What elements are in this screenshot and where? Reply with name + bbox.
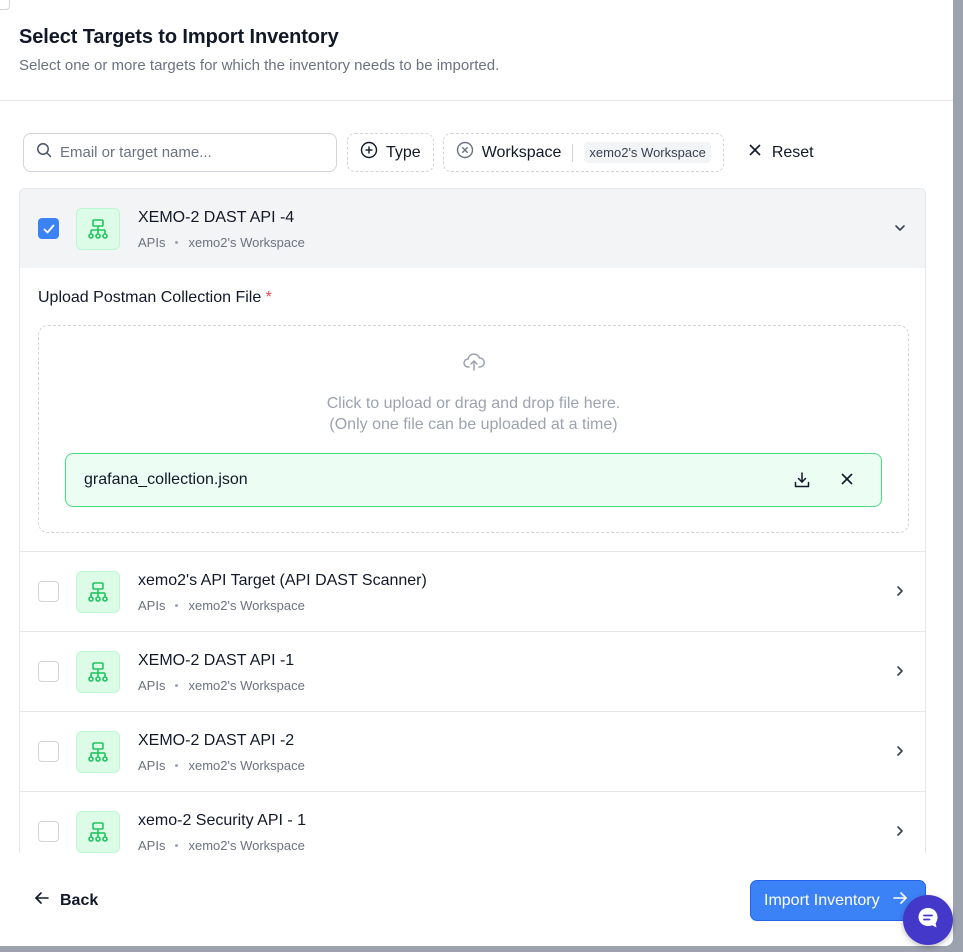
target-workspace: xemo2's Workspace — [188, 678, 305, 693]
back-button[interactable]: Back — [34, 891, 98, 910]
header-divider — [0, 100, 953, 101]
type-filter-label: Type — [386, 143, 421, 161]
dialog-subtitle: Select one or more targets for which the… — [19, 57, 500, 74]
chevron-right-icon[interactable] — [893, 744, 907, 763]
target-checkbox[interactable] — [38, 661, 59, 682]
target-name: XEMO-2 DAST API -4 — [138, 209, 295, 226]
dropzone-hint: Click to upload or drag and drop file he… — [39, 393, 908, 435]
download-icon[interactable] — [793, 471, 811, 494]
workspace-filter-label: Workspace — [481, 143, 562, 161]
filter-bar: Type Workspace xemo2's Workspace Reset — [23, 133, 814, 172]
api-sitemap-icon — [76, 810, 120, 853]
chat-bubble-icon — [915, 905, 941, 936]
api-sitemap-icon — [76, 207, 120, 250]
upload-label-text: Upload Postman Collection File — [38, 289, 262, 306]
search-input[interactable] — [60, 144, 320, 161]
target-row[interactable]: XEMO-2 DAST API -2 APIs xemo2's Workspac… — [20, 712, 925, 792]
import-label: Import Inventory — [764, 891, 880, 909]
api-sitemap-icon — [76, 730, 120, 773]
chat-support-button[interactable] — [903, 895, 953, 945]
meta-dot — [175, 241, 179, 244]
target-category: APIs — [138, 838, 166, 853]
target-category: APIs — [138, 598, 166, 613]
target-meta: APIs xemo2's Workspace — [138, 598, 305, 613]
target-checkbox[interactable] — [38, 218, 59, 239]
dropzone-hint-line2: (Only one file can be uploaded at a time… — [329, 416, 618, 433]
target-row[interactable]: xemo-2 Security API - 1 APIs xemo2's Wor… — [20, 792, 925, 853]
target-name: xemo-2 Security API - 1 — [138, 812, 307, 829]
reset-label: Reset — [771, 143, 814, 161]
upload-section: Upload Postman Collection File * Click t… — [20, 268, 925, 552]
target-workspace: xemo2's Workspace — [188, 838, 305, 853]
dialog-footer: Back Import Inventory — [0, 853, 953, 946]
arrow-left-icon — [34, 891, 50, 910]
import-inventory-dialog: Select Targets to Import Inventory Selec… — [0, 0, 953, 946]
target-checkbox[interactable] — [38, 741, 59, 762]
dialog-title: Select Targets to Import Inventory — [19, 26, 339, 48]
target-list: XEMO-2 DAST API -4 APIs xemo2's Workspac… — [19, 188, 926, 853]
meta-dot — [175, 684, 179, 687]
clear-circle-icon[interactable] — [456, 141, 474, 164]
close-icon — [748, 143, 762, 162]
api-sitemap-icon — [76, 570, 120, 613]
file-dropzone[interactable]: Click to upload or drag and drop file he… — [38, 325, 909, 533]
back-label: Back — [60, 891, 99, 909]
chevron-right-icon[interactable] — [893, 824, 907, 843]
chevron-right-icon[interactable] — [893, 584, 907, 603]
meta-dot — [175, 764, 179, 767]
target-checkbox[interactable] — [38, 821, 59, 842]
remove-file-icon[interactable] — [840, 472, 854, 491]
target-row[interactable]: XEMO-2 DAST API -1 APIs xemo2's Workspac… — [20, 632, 925, 712]
corner-tab — [0, 0, 10, 10]
uploaded-file: grafana_collection.json — [65, 453, 882, 507]
target-workspace: xemo2's Workspace — [188, 758, 305, 773]
reset-button[interactable]: Reset — [748, 143, 814, 162]
required-mark: * — [265, 289, 272, 306]
target-meta: APIs xemo2's Workspace — [138, 758, 305, 773]
target-meta: APIs xemo2's Workspace — [138, 235, 305, 250]
chip-separator — [572, 143, 574, 162]
import-inventory-button[interactable]: Import Inventory — [750, 880, 926, 921]
dialog-header: Select Targets to Import Inventory Selec… — [19, 26, 499, 74]
target-category: APIs — [138, 235, 166, 250]
target-row[interactable]: xemo2's API Target (API DAST Scanner) AP… — [20, 552, 925, 632]
target-category: APIs — [138, 758, 166, 773]
target-workspace: xemo2's Workspace — [188, 235, 305, 250]
target-category: APIs — [138, 678, 166, 693]
workspace-filter-button[interactable]: Workspace xemo2's Workspace — [442, 133, 724, 172]
target-name: XEMO-2 DAST API -2 — [138, 732, 295, 749]
workspace-value-badge: xemo2's Workspace — [584, 142, 711, 163]
target-checkbox[interactable] — [38, 581, 59, 602]
search-box[interactable] — [23, 133, 337, 172]
target-row[interactable]: XEMO-2 DAST API -4 APIs xemo2's Workspac… — [20, 189, 925, 268]
target-meta: APIs xemo2's Workspace — [138, 838, 305, 853]
chevron-right-icon[interactable] — [893, 664, 907, 683]
uploaded-file-name: grafana_collection.json — [84, 471, 248, 488]
check-icon — [43, 224, 54, 233]
target-meta: APIs xemo2's Workspace — [138, 678, 305, 693]
search-icon — [36, 142, 52, 163]
target-workspace: xemo2's Workspace — [188, 598, 305, 613]
meta-dot — [175, 844, 179, 847]
cloud-upload-icon — [463, 352, 485, 377]
upload-label: Upload Postman Collection File * — [38, 289, 272, 307]
api-sitemap-icon — [76, 650, 120, 693]
chevron-down-icon[interactable] — [893, 221, 907, 240]
meta-dot — [175, 604, 179, 607]
plus-circle-icon — [360, 141, 378, 164]
target-name: XEMO-2 DAST API -1 — [138, 652, 295, 669]
type-filter-button[interactable]: Type — [347, 133, 434, 172]
dropzone-hint-line1: Click to upload or drag and drop file he… — [326, 395, 621, 412]
target-name: xemo2's API Target (API DAST Scanner) — [138, 572, 427, 589]
